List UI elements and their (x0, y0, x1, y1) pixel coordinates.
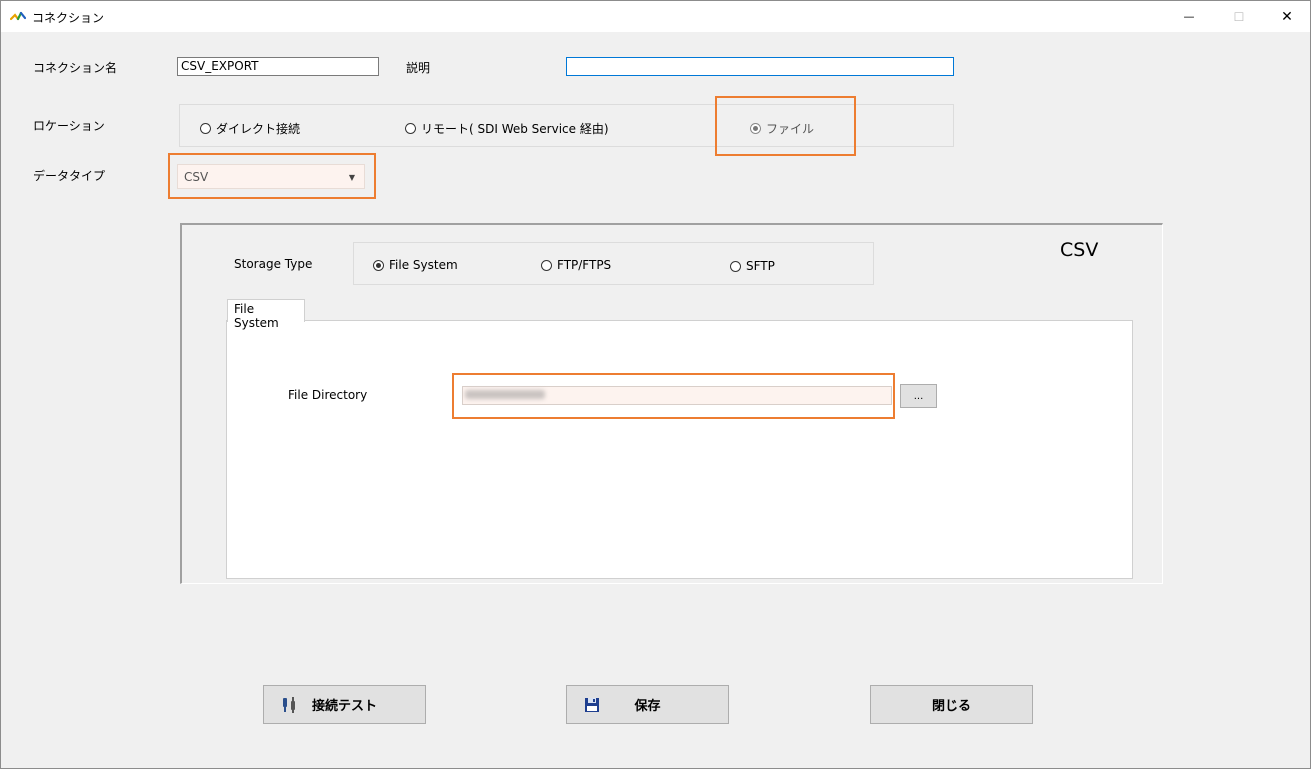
maximize-icon: ☐ (1233, 9, 1245, 24)
save-label: 保存 (634, 699, 661, 714)
maximize-button[interactable]: ☐ (1216, 1, 1262, 32)
connection-test-button[interactable]: 接続テスト (263, 685, 426, 724)
description-label: 説明 (406, 61, 431, 75)
location-direct-radio[interactable]: ダイレクト接続 (200, 120, 300, 137)
storage-filesystem-label: File System (389, 258, 458, 272)
storage-filesystem-radio[interactable]: File System (373, 258, 458, 272)
highlight-location-file (715, 96, 856, 156)
radio-indicator (200, 123, 211, 134)
location-remote-radio[interactable]: リモート( SDI Web Service 経由) (405, 120, 609, 137)
radio-indicator (541, 259, 552, 271)
radio-indicator (405, 123, 416, 134)
browse-button[interactable]: ... (900, 384, 937, 408)
minimize-button[interactable]: — (1166, 1, 1212, 32)
highlight-datatype (168, 153, 376, 199)
highlight-file-directory (452, 373, 895, 419)
minimize-icon: — (1183, 10, 1195, 23)
tab-file-system[interactable]: File System (227, 299, 305, 330)
close-window-button[interactable]: ✕ (1264, 1, 1310, 32)
datatype-label: データタイプ (33, 169, 106, 183)
storage-sftp-label: SFTP (746, 259, 775, 273)
close-icon: ✕ (1281, 8, 1293, 25)
description-input[interactable] (566, 57, 954, 76)
storage-ftp-radio[interactable]: FTP/FTPS (541, 258, 611, 272)
close-label: 閉じる (931, 699, 971, 714)
file-directory-label: File Directory (288, 388, 368, 402)
window-title: コネクション (32, 11, 105, 25)
location-direct-label: ダイレクト接続 (216, 122, 301, 136)
connection-test-label: 接続テスト (311, 699, 377, 714)
connection-name-input[interactable]: CSV_EXPORT (177, 57, 379, 76)
location-remote-label: リモート( SDI Web Service 経由) (421, 122, 609, 136)
file-system-tab-page (226, 320, 1133, 579)
floppy-disk-icon (585, 698, 599, 712)
connection-name-label: コネクション名 (33, 61, 118, 75)
save-button[interactable]: 保存 (566, 685, 729, 724)
connection-window: コネクション — ☐ ✕ コネクション名 CSV_EXPORT 説明 ロケーショ… (0, 0, 1311, 769)
panel-title: CSV (1060, 239, 1099, 261)
title-bar[interactable]: コネクション — ☐ ✕ (1, 1, 1310, 32)
close-button[interactable]: 閉じる (870, 685, 1033, 724)
storage-ftp-label: FTP/FTPS (557, 258, 612, 272)
plug-icon (283, 697, 295, 713)
location-label: ロケーション (33, 119, 105, 133)
radio-indicator (730, 260, 741, 272)
radio-indicator (373, 259, 384, 271)
browse-label: ... (913, 390, 924, 402)
tab-file-system-label: File System (234, 302, 279, 330)
storage-sftp-radio[interactable]: SFTP (730, 259, 775, 273)
app-logo-icon (10, 11, 26, 21)
storage-type-label: Storage Type (234, 257, 313, 271)
